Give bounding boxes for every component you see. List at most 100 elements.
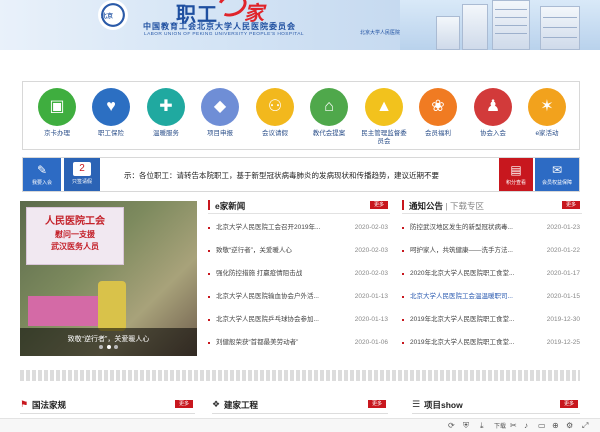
leave-button[interactable]: 2 只签请假 [64, 158, 100, 191]
people-icon: ⚇ [256, 88, 294, 126]
list-item-date: 2020-02-03 [354, 270, 388, 277]
slider-dot[interactable] [98, 345, 103, 349]
slider-photo-bottle [98, 281, 126, 331]
nav-item-jingka[interactable]: ▣ 京卡办理 [32, 88, 82, 138]
list-item-title[interactable]: 强化防控措施 打赢疫情阻击战 [216, 268, 344, 280]
window-icon[interactable]: ▭ [538, 420, 546, 432]
list-item[interactable]: 呵护家人，共筑健康——洗手方法... 2020-01-22 [402, 245, 582, 257]
list-item[interactable]: 2019年北京大学人民医院职工食堂... 2019-12-25 [402, 337, 582, 349]
bullet [208, 296, 210, 298]
tile-label: 我要入会 [31, 180, 52, 186]
nav-item-insurance[interactable]: ♥ 职工保险 [86, 88, 136, 138]
list-item[interactable]: 北京大学人民医院乒乓球协会参加... 2020-01-13 [208, 314, 390, 326]
zoom-icon[interactable]: ⊕ [552, 420, 559, 432]
news-panel-header: e家新闻 更多 [208, 197, 390, 214]
project-section-title: 项目show [424, 400, 463, 410]
slider-dot[interactable] [114, 345, 119, 349]
expand-icon[interactable]: ⤢ [582, 420, 588, 432]
list-item[interactable]: 致敬“逆行者”，关爱暖人心 2020-02-03 [208, 245, 390, 257]
build-more-button[interactable]: 更多 [368, 400, 386, 408]
build-section-header: ❖ 建家工程 更多 [212, 397, 388, 414]
notice-bar: ✎ 我要入会 2 只签请假 示：各位职工：请转告本院职工，基于新型冠状病毒肺炎的… [22, 157, 580, 192]
image-slider[interactable]: 人民医院工会 慰问一支援 武汉医务人员 致敬“逆行者”，关爱暖人心 [20, 201, 197, 356]
join-union-button[interactable]: ✎ 我要入会 [23, 158, 61, 191]
nav-item-democratic[interactable]: ▲ 民主管理监督委员会 [359, 88, 409, 146]
list-item-date: 2019-12-25 [546, 339, 580, 346]
bullet [402, 250, 404, 252]
slider-photo-poster: 人民医院工会 慰问一支援 武汉医务人员 [26, 207, 124, 265]
download-label[interactable]: 下载 [494, 421, 506, 430]
speaker-icon[interactable]: ♪ [524, 420, 528, 432]
building-image [492, 0, 530, 50]
settings-icon[interactable]: ⚙ [566, 420, 573, 432]
cut-icon[interactable]: ✂ [510, 420, 517, 432]
list-item-date: 2020-01-22 [546, 247, 580, 254]
header-banner: 北京大学人民医院 北京 职工 家 中国教育工会北京大学人民医院委员会 LABOR… [0, 0, 600, 50]
leave-icon: 2 [73, 162, 91, 176]
law-more-button[interactable]: 更多 [175, 400, 193, 408]
list-item-title[interactable]: 北京大学人民医院工会召开2019年... [216, 222, 344, 234]
tab-announcements[interactable]: 通知公告 [409, 201, 443, 211]
shield-icon[interactable]: ⛨ [463, 420, 469, 432]
list-item[interactable]: 强化防控措施 打赢疫情阻击战 2020-02-03 [208, 268, 390, 280]
person-icon: ♟ [474, 88, 512, 126]
refresh-icon[interactable]: ⟳ [448, 420, 455, 432]
list-item[interactable]: 2019年北京大学人民医院职工食堂... 2019-12-30 [402, 314, 582, 326]
bullet [402, 273, 404, 275]
bullet [402, 296, 404, 298]
list-item-title[interactable]: 北京大学人民医院工会温温暖职司... [410, 291, 536, 303]
scrolling-notice[interactable]: 示：各位职工：请转告本院职工，基于新型冠状病毒肺炎的发病现状和传播趋势，建议近期… [124, 170, 439, 181]
building-image [436, 16, 460, 50]
slider-photo-box [28, 296, 98, 326]
list-item[interactable]: 北京大学人民医院工会召开2019年... 2020-02-03 [208, 222, 390, 234]
news-panel: e家新闻 更多 北京大学人民医院工会召开2019年... 2020-02-03 致… [208, 197, 390, 355]
list-item-title[interactable]: 北京大学人民医院乒乓球协会参加... [216, 314, 344, 326]
nav-item-project[interactable]: ◆ 项目申报 [195, 88, 245, 138]
bullet [402, 342, 404, 344]
list-item-title[interactable]: 2020年北京大学人民医院职工食堂... [410, 268, 536, 280]
nav-label: e家活动 [535, 130, 559, 137]
brand-chinese-name: 中国教育工会北京大学人民医院委员会 [143, 22, 296, 31]
list-item[interactable]: 2020年北京大学人民医院职工食堂... 2020-01-17 [402, 268, 582, 280]
nav-item-association[interactable]: ♟ 协会入会 [468, 88, 518, 138]
nav-label: 会议请假 [262, 130, 288, 137]
slider-dot-active[interactable] [106, 345, 111, 349]
announcement-panel-title: 通知公告 | 下载专区 [409, 200, 484, 212]
list-item-title[interactable]: 2019年北京大学人民医院职工食堂... [410, 337, 536, 349]
nav-label: 协会入会 [480, 130, 506, 137]
tab-downloads[interactable]: | 下载专区 [445, 201, 484, 211]
list-item[interactable]: 北京大学人民医院工会温温暖职司... 2020-01-15 [402, 291, 582, 303]
nav-label: 温暖服务 [153, 130, 179, 137]
list-item-title[interactable]: 致敬“逆行者”，关爱暖人心 [216, 245, 344, 257]
list-item[interactable]: 防控武汉地区发生的新型冠状病毒... 2020-01-23 [402, 222, 582, 234]
list-item-date: 2020-01-06 [354, 339, 388, 346]
download-icon[interactable]: ⤓ [480, 420, 484, 432]
slider-caption[interactable]: 致敬“逆行者”，关爱暖人心 [20, 334, 197, 344]
nav-label: 会员福利 [425, 130, 451, 137]
list-item-title[interactable]: 2019年北京大学人民医院职工食堂... [410, 314, 536, 326]
points-button[interactable]: ▤ 积分查看 [499, 158, 533, 191]
nav-item-meeting-leave[interactable]: ⚇ 会议请假 [250, 88, 300, 138]
nav-item-welfare[interactable]: ❀ 会员福利 [413, 88, 463, 138]
project-more-button[interactable]: 更多 [560, 400, 578, 408]
list-item-title[interactable]: 防控武汉地区发生的新型冠状病毒... [410, 222, 536, 234]
nav-item-proposal[interactable]: ⌂ 教代会提案 [304, 88, 354, 138]
bullet [208, 250, 210, 252]
list-item-date: 2019-12-30 [546, 316, 580, 323]
rights-button[interactable]: ✉ 会员权益保障 [535, 158, 579, 191]
announcement-more-button[interactable]: 更多 [562, 201, 580, 209]
nav-item-warm-service[interactable]: ✚ 温暖服务 [141, 88, 191, 138]
stack-icon: ◆ [201, 88, 239, 126]
nav-item-activity[interactable]: ✶ e家活动 [522, 88, 572, 138]
list-item-title[interactable]: 呵护家人，共筑健康——洗手方法... [410, 245, 536, 257]
nav-label: 教代会提案 [312, 130, 346, 137]
list-item[interactable]: 刘健般荣获“首都最美劳动者” 2020-01-06 [208, 337, 390, 349]
list-item[interactable]: 北京大学人民医院输血协会户外活... 2020-01-13 [208, 291, 390, 303]
announcement-panel-header: 通知公告 | 下载专区 更多 [402, 197, 582, 214]
header-accent [402, 200, 404, 210]
diamond-icon: ❖ [212, 399, 221, 409]
news-more-button[interactable]: 更多 [370, 201, 388, 209]
list-item-title[interactable]: 刘健般荣获“首都最美劳动者” [216, 337, 344, 349]
poster-text: 武汉医务人员 [51, 242, 99, 251]
list-item-title[interactable]: 北京大学人民医院输血协会户外活... [216, 291, 344, 303]
